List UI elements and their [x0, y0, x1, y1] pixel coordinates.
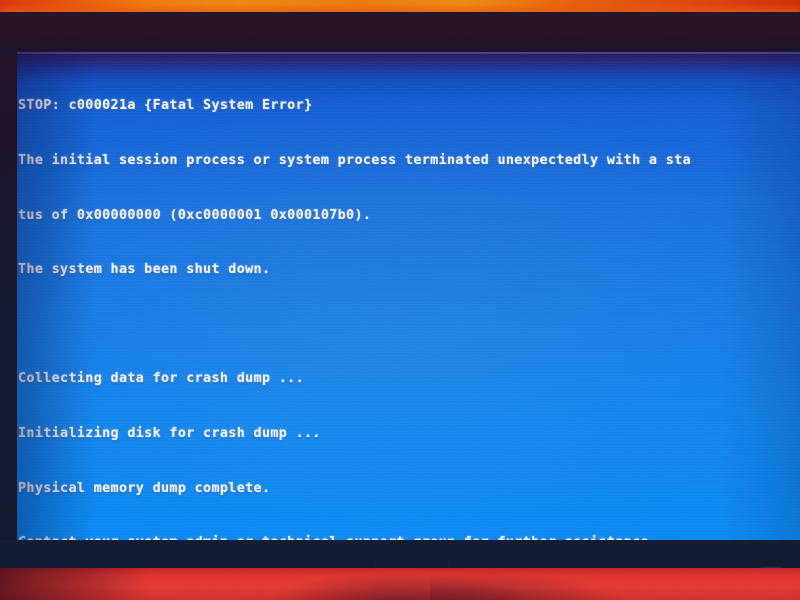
bsod-line-stop: STOP: c000021a {Fatal System Error}	[18, 98, 313, 114]
monitor-shadow-right	[430, 570, 630, 600]
bsod-line-dump-complete: Physical memory dump complete.	[18, 480, 271, 496]
bsod-line-description-2: tus of 0x00000000 (0xc0000001 0x000107b0…	[18, 207, 372, 223]
bsod-line-initializing-disk: Initializing disk for crash dump ...	[18, 425, 321, 441]
monitor-chassis: STOP: c000021a {Fatal System Error} The …	[0, 12, 800, 584]
monitor-screen: STOP: c000021a {Fatal System Error} The …	[17, 52, 800, 541]
bsod-line-description-1: The initial session process or system pr…	[18, 153, 691, 168]
bsod-blank-line	[18, 316, 800, 334]
bsod-line-shutdown: The system has been shut down.	[18, 262, 271, 278]
photograph-of-monitor: STOP: c000021a {Fatal System Error} The …	[0, 0, 800, 600]
screen-top-edge	[17, 52, 800, 54]
bsod-line-collecting-data: Collecting data for crash dump ...	[18, 371, 305, 387]
monitor-bezel-top	[0, 24, 800, 54]
bsod-message-block: STOP: c000021a {Fatal System Error} The …	[18, 61, 800, 541]
wall-lower-left-shading	[0, 568, 150, 600]
